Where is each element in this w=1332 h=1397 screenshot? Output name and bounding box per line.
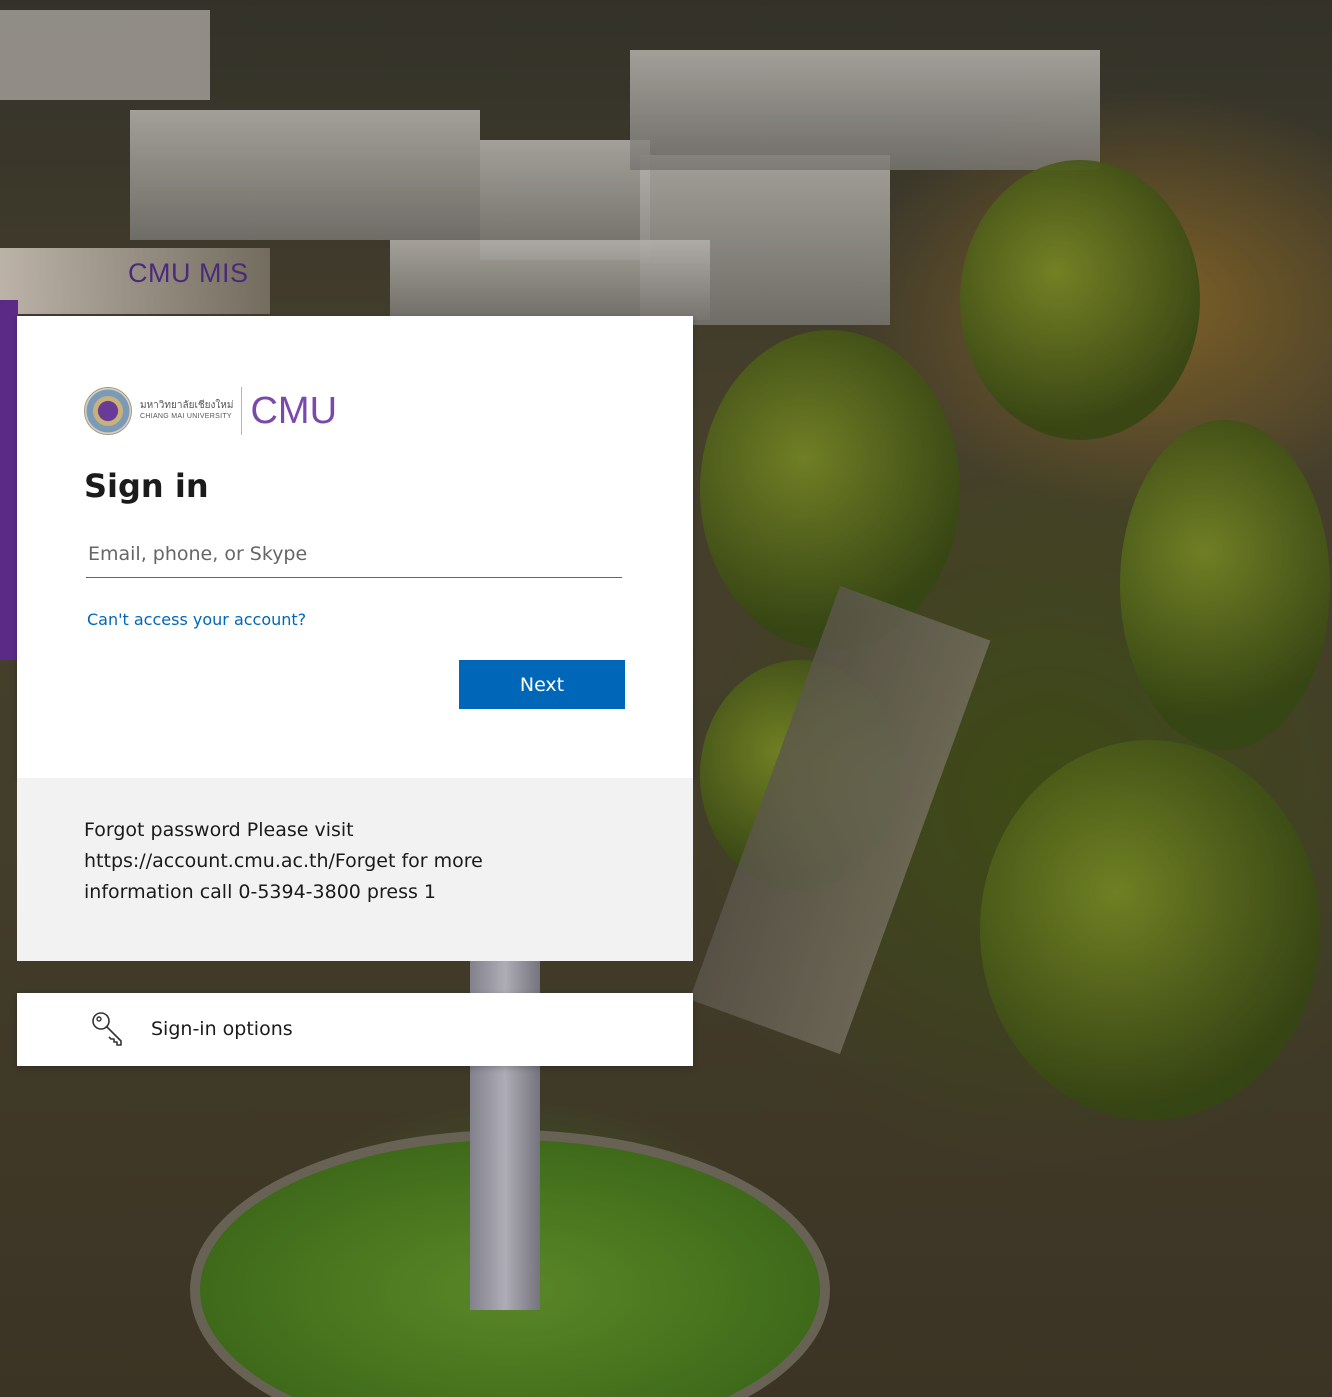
brand-logo: มหาวิทยาลัยเชียงใหม่ CHIANG MAI UNIVERSI… (84, 386, 337, 436)
forgot-password-line: https://account.cmu.ac.th/Forget for mor… (84, 850, 483, 872)
email-input[interactable] (86, 530, 622, 578)
forgot-password-note: Forgot password Please visit https://acc… (84, 815, 544, 908)
forgot-password-line: information call 0-5394-3800 press 1 (84, 881, 437, 903)
signin-options-label[interactable]: Sign-in options (151, 1018, 293, 1040)
next-button[interactable]: Next (459, 660, 625, 709)
brand-english-name: CHIANG MAI UNIVERSITY (140, 413, 232, 420)
key-icon (92, 1012, 122, 1046)
university-seal-icon (84, 387, 132, 435)
page-title: Sign in (84, 467, 209, 505)
cant-access-account-link[interactable]: Can't access your account? (87, 610, 306, 629)
forgot-password-line: Forgot password Please visit (84, 819, 354, 841)
brand-divider (241, 387, 243, 435)
brand-text: มหาวิทยาลัยเชียงใหม่ CHIANG MAI UNIVERSI… (140, 400, 233, 422)
brand-short-name: CMU (250, 389, 338, 432)
mis-label: CMU MIS (128, 258, 249, 288)
brand-thai-name: มหาวิทยาลัยเชียงใหม่ (140, 400, 234, 411)
left-accent-strip (0, 300, 18, 660)
